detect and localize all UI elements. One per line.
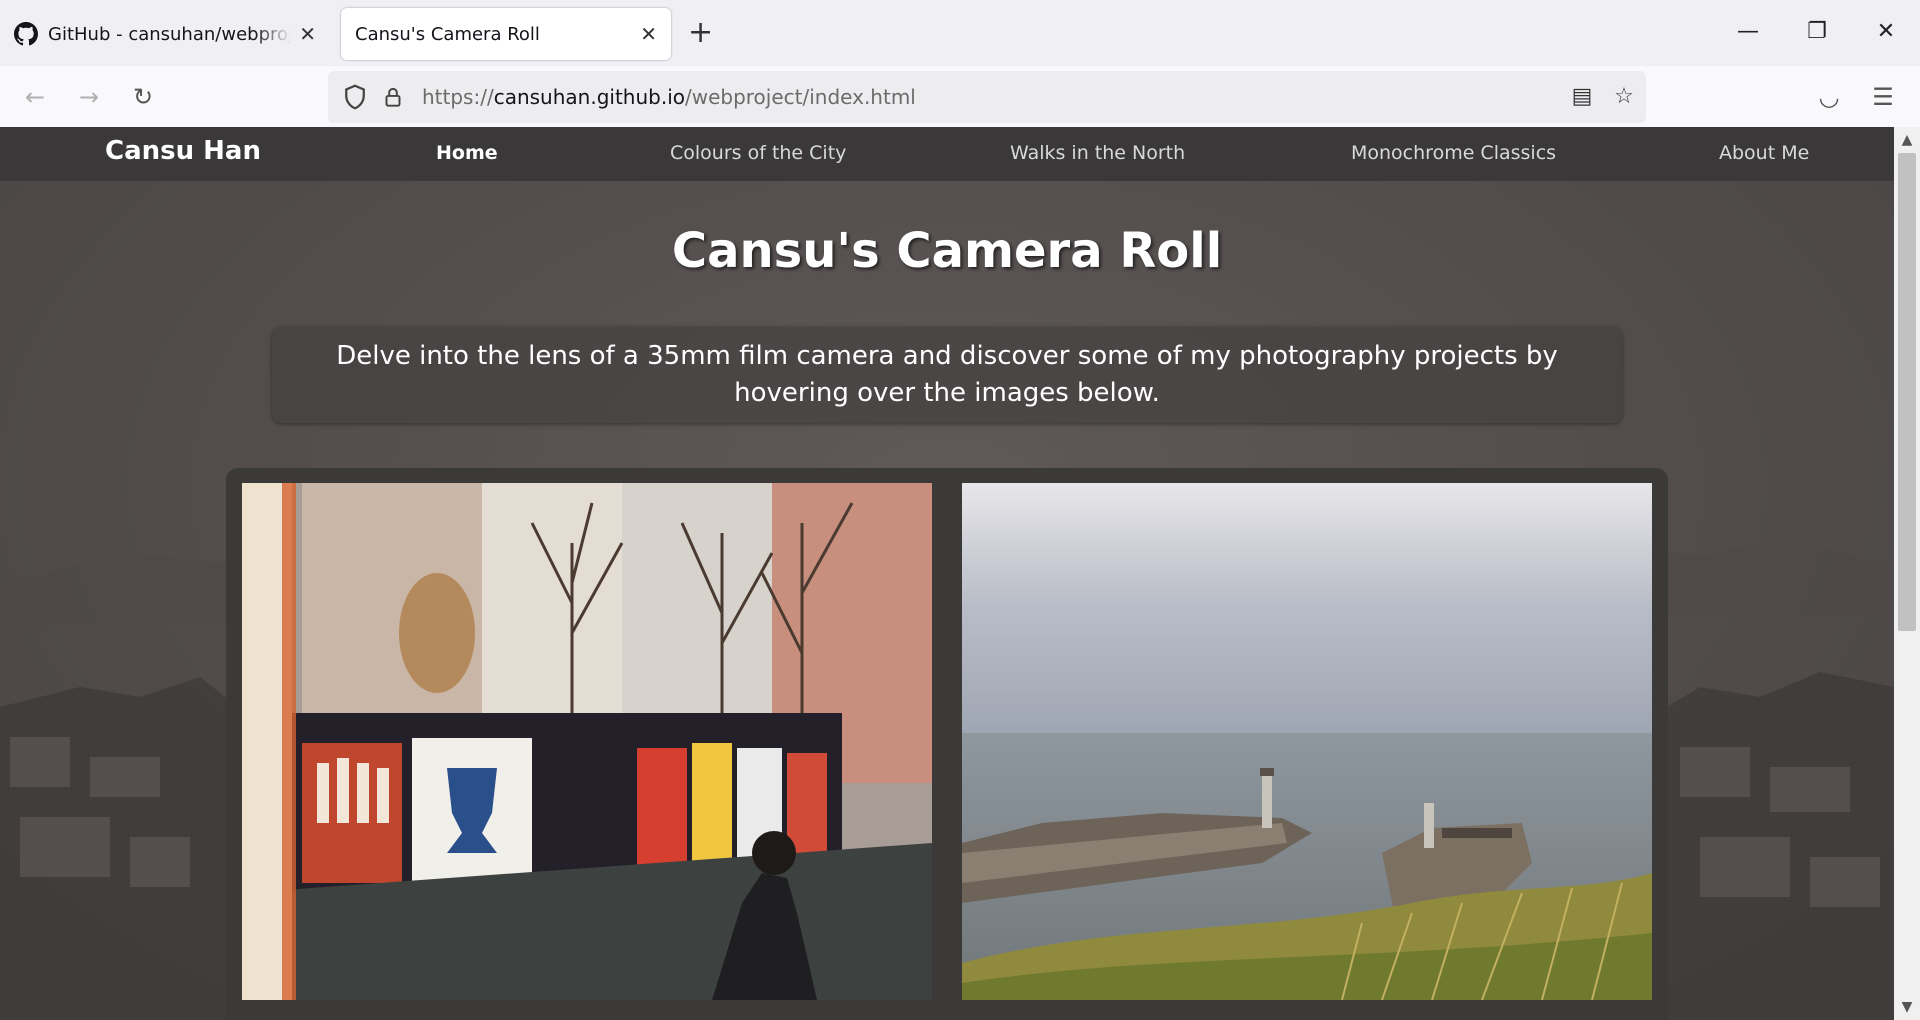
nav-about-me[interactable]: About Me — [1719, 142, 1809, 164]
scrollbar-thumb[interactable] — [1898, 153, 1916, 631]
tab-camera-roll[interactable]: Cansu's Camera Roll ✕ — [341, 8, 671, 60]
browser-tab-bar: GitHub - cansuhan/webproject: A ✕ Cansu'… — [0, 0, 1920, 66]
site-brand[interactable]: Cansu Han — [105, 136, 261, 166]
reload-icon[interactable]: ↻ — [124, 78, 162, 116]
forward-arrow-icon[interactable]: → — [70, 78, 108, 116]
new-tab-button[interactable]: + — [688, 16, 713, 50]
restore-icon[interactable]: ❐ — [1797, 12, 1837, 52]
reader-view-icon[interactable]: ▤ — [1566, 81, 1598, 113]
page-viewport: Cansu Han Home Colours of the City Walks… — [0, 127, 1894, 1020]
close-tab-icon[interactable]: ✕ — [299, 22, 316, 46]
github-icon — [14, 22, 38, 46]
scroll-down-icon[interactable]: ▼ — [1894, 994, 1920, 1020]
nav-monochrome-classics[interactable]: Monochrome Classics — [1351, 142, 1556, 164]
page-title: Cansu's Camera Roll — [671, 223, 1223, 279]
tab-github[interactable]: GitHub - cansuhan/webproject: A ✕ — [0, 8, 330, 60]
close-tab-icon[interactable]: ✕ — [640, 22, 657, 46]
site-navbar: Cansu Han Home Colours of the City Walks… — [0, 127, 1894, 181]
street-mural-photo[interactable] — [242, 483, 932, 1000]
tab-title: GitHub - cansuhan/webproject: A — [48, 23, 292, 45]
url-bar[interactable]: https://cansuhan.github.io/webproject/in… — [328, 71, 1646, 123]
harbour-pier-photo[interactable] — [962, 483, 1652, 1000]
intro-text: Delve into the lens of a 35mm film camer… — [336, 341, 1558, 408]
nav-home[interactable]: Home — [436, 142, 498, 164]
lock-icon[interactable] — [380, 84, 406, 110]
photo-gallery — [226, 468, 1668, 1020]
tab-title: Cansu's Camera Roll — [355, 23, 540, 45]
bookmark-star-icon[interactable]: ☆ — [1608, 81, 1640, 113]
intro-box: Delve into the lens of a 35mm film camer… — [272, 327, 1622, 423]
menu-icon[interactable]: ☰ — [1864, 78, 1902, 116]
close-window-icon[interactable]: ✕ — [1866, 12, 1906, 52]
nav-walks-in-the-north[interactable]: Walks in the North — [1010, 142, 1185, 164]
url-text: https://cansuhan.github.io/webproject/in… — [422, 85, 916, 109]
nav-colours-of-the-city[interactable]: Colours of the City — [670, 142, 846, 164]
shield-icon[interactable] — [340, 82, 370, 112]
back-arrow-icon[interactable]: ← — [16, 78, 54, 116]
browser-toolbar: ← → ↻ https://cansuhan.github.io/webproj… — [0, 66, 1920, 128]
pocket-icon[interactable]: ◡ — [1810, 78, 1848, 116]
scroll-up-icon[interactable]: ▲ — [1894, 127, 1920, 153]
minimize-icon[interactable]: — — [1728, 12, 1768, 52]
page-scrollbar[interactable]: ▲ ▼ — [1894, 127, 1920, 1020]
